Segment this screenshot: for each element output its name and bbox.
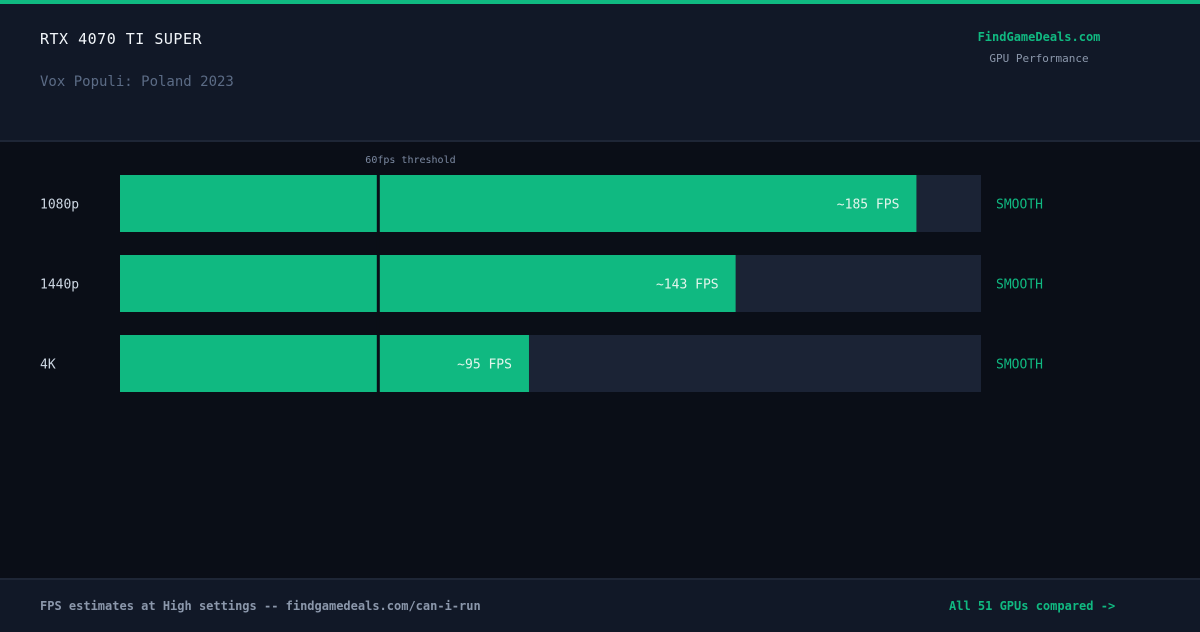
status-label-1440p: SMOOTH — [996, 278, 1043, 293]
resolution-label-4k: 4K — [40, 358, 56, 373]
threshold-line — [376, 175, 380, 392]
threshold-label: 60fps threshold — [365, 155, 455, 166]
status-label-1080p: SMOOTH — [996, 198, 1043, 213]
fps-bar-chart: 1080p ~185 FPS SMOOTH 1440p ~143 FPS SMOOTH 4K… — [40, 155, 1043, 392]
game-subtitle: Vox Populi: Poland 2023 — [40, 74, 234, 90]
brand-tagline: GPU Performance — [989, 52, 1089, 65]
fps-value-label-4k: ~95 FPS — [457, 358, 512, 373]
footer-note: FPS estimates at High settings -- findga… — [40, 599, 481, 613]
gpu-title: RTX 4070 TI SUPER — [40, 30, 203, 48]
fps-bar-1440p — [120, 255, 736, 312]
header: RTX 4070 TI SUPER Vox Populi: Poland 202… — [0, 4, 1200, 142]
footer: FPS estimates at High settings -- findga… — [0, 578, 1200, 632]
all-gpus-link[interactable]: All 51 GPUs compared -> — [949, 599, 1115, 613]
fps-bar-1080p — [120, 175, 917, 232]
resolution-label-1080p: 1080p — [40, 198, 79, 213]
fps-value-label-1440p: ~143 FPS — [656, 278, 719, 293]
fps-value-label-1080p: ~185 FPS — [837, 198, 900, 213]
resolution-label-1440p: 1440p — [40, 278, 79, 293]
fps-chart: 1080p ~185 FPS SMOOTH 1440p ~143 FPS SMOOTH 4K… — [0, 142, 1200, 578]
brand-block: FindGameDeals.com GPU Performance — [960, 30, 1118, 65]
brand-name[interactable]: FindGameDeals.com — [960, 30, 1118, 44]
status-label-4k: SMOOTH — [996, 358, 1043, 373]
